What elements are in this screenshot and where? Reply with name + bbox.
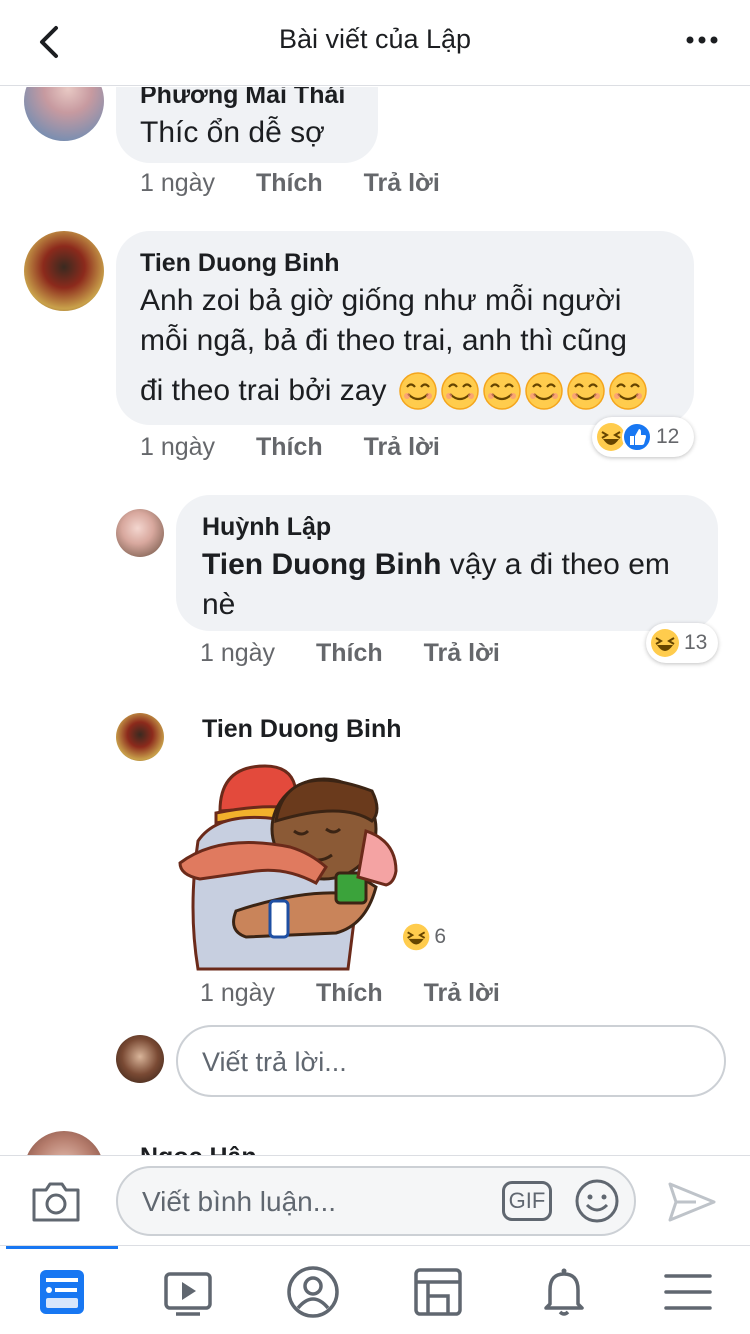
menu-icon[interactable]	[660, 1264, 716, 1320]
comment-text-line: Anh zoi bả giờ giống như mỗi người	[140, 284, 622, 317]
avatar[interactable]	[116, 713, 164, 761]
reply-actions: 1 ngày Thích Trả lời	[200, 979, 500, 1008]
bottom-tab-bar	[0, 1245, 750, 1334]
like-reaction-icon	[622, 422, 652, 452]
emoji-icon[interactable]	[574, 1178, 620, 1224]
comment-actions: 1 ngày Thích Trả lời	[140, 169, 440, 198]
active-tab-indicator	[6, 1246, 118, 1249]
comment-input[interactable]: Viết bình luận... GIF	[116, 1166, 636, 1236]
like-button[interactable]: Thích	[316, 979, 383, 1008]
reply-button[interactable]: Trả lời	[424, 979, 500, 1008]
reply-author[interactable]: Tien Duong Binh	[202, 715, 402, 744]
pages-icon[interactable]	[410, 1264, 466, 1320]
reaction-count: 12	[656, 425, 680, 448]
reaction-summary[interactable]: 13	[646, 623, 718, 663]
reply-input-placeholder: Viết trả lời...	[202, 1047, 347, 1077]
avatar[interactable]	[116, 509, 164, 557]
comment-time[interactable]: 1 ngày	[200, 979, 275, 1008]
haha-reaction-icon	[651, 629, 679, 657]
reply-actions: 1 ngày Thích Trả lời	[200, 639, 500, 668]
profile-icon[interactable]	[285, 1264, 341, 1320]
comment-time[interactable]: 1 ngày	[200, 639, 275, 668]
current-user-avatar[interactable]	[116, 1035, 164, 1083]
gif-label: GIF	[508, 1188, 546, 1213]
reply-text: Tien Duong Binh vậy a đi theo em	[202, 543, 670, 587]
reply-button[interactable]: Trả lời	[364, 169, 440, 198]
reaction-summary[interactable]: 6	[398, 917, 454, 957]
comment-time[interactable]: 1 ngày	[140, 433, 215, 462]
like-button[interactable]: Thích	[256, 169, 323, 198]
news-feed-icon[interactable]	[34, 1264, 90, 1320]
haha-reaction-icon	[402, 923, 430, 951]
avatar[interactable]	[24, 231, 104, 311]
comment-actions: 1 ngày Thích Trả lời	[140, 433, 440, 462]
reaction-summary[interactable]: 12	[592, 417, 694, 457]
comment-text-line: đi theo trai bởi zay	[140, 374, 387, 407]
header-bar: Bài viết của Lập	[0, 0, 750, 86]
smile-emoji-icon	[398, 371, 650, 411]
comment-input-placeholder: Viết bình luận...	[142, 1186, 337, 1217]
comment-composer: Viết bình luận... GIF	[0, 1155, 750, 1245]
comment-text: Thíc ổn dễ sợ	[140, 116, 325, 149]
reply-author[interactable]: Huỳnh Lập	[202, 513, 331, 542]
comment-text-line: mỗi ngã, bả đi theo trai, anh thì cũng	[140, 324, 627, 357]
comment-author[interactable]: Phương Mai Thái	[140, 87, 345, 110]
hug-sticker[interactable]	[176, 751, 398, 971]
reply-button[interactable]: Trả lời	[364, 433, 440, 462]
watch-icon[interactable]	[160, 1264, 216, 1320]
gif-button[interactable]: GIF	[502, 1181, 552, 1221]
reply-button[interactable]: Trả lời	[424, 639, 500, 668]
comment-text-line-3: đi theo trai bởi zay	[140, 369, 650, 413]
reply-text-content: vậy a đi theo em	[441, 548, 670, 581]
comment-author[interactable]: Ngọc Hân	[140, 1143, 257, 1155]
reply-input[interactable]: Viết trả lời...	[176, 1025, 726, 1097]
reply-text-line: nè	[202, 588, 236, 621]
like-button[interactable]: Thích	[316, 639, 383, 668]
comments-feed[interactable]: Phương Mai Thái Thíc ổn dễ sợ 1 ngày Thí…	[0, 87, 750, 1155]
mention-link[interactable]: Tien Duong Binh	[202, 548, 441, 581]
more-options-icon[interactable]	[682, 26, 722, 56]
comment-author[interactable]: Tien Duong Binh	[140, 249, 340, 278]
send-icon[interactable]	[666, 1180, 718, 1224]
avatar[interactable]	[24, 1131, 104, 1155]
avatar[interactable]	[24, 87, 104, 141]
notifications-icon[interactable]	[536, 1264, 592, 1320]
comment-time[interactable]: 1 ngày	[140, 169, 215, 198]
like-button[interactable]: Thích	[256, 433, 323, 462]
reaction-count: 6	[434, 925, 446, 948]
camera-icon[interactable]	[30, 1178, 82, 1224]
reaction-count: 13	[684, 631, 708, 654]
page-title: Bài viết của Lập	[278, 24, 472, 54]
